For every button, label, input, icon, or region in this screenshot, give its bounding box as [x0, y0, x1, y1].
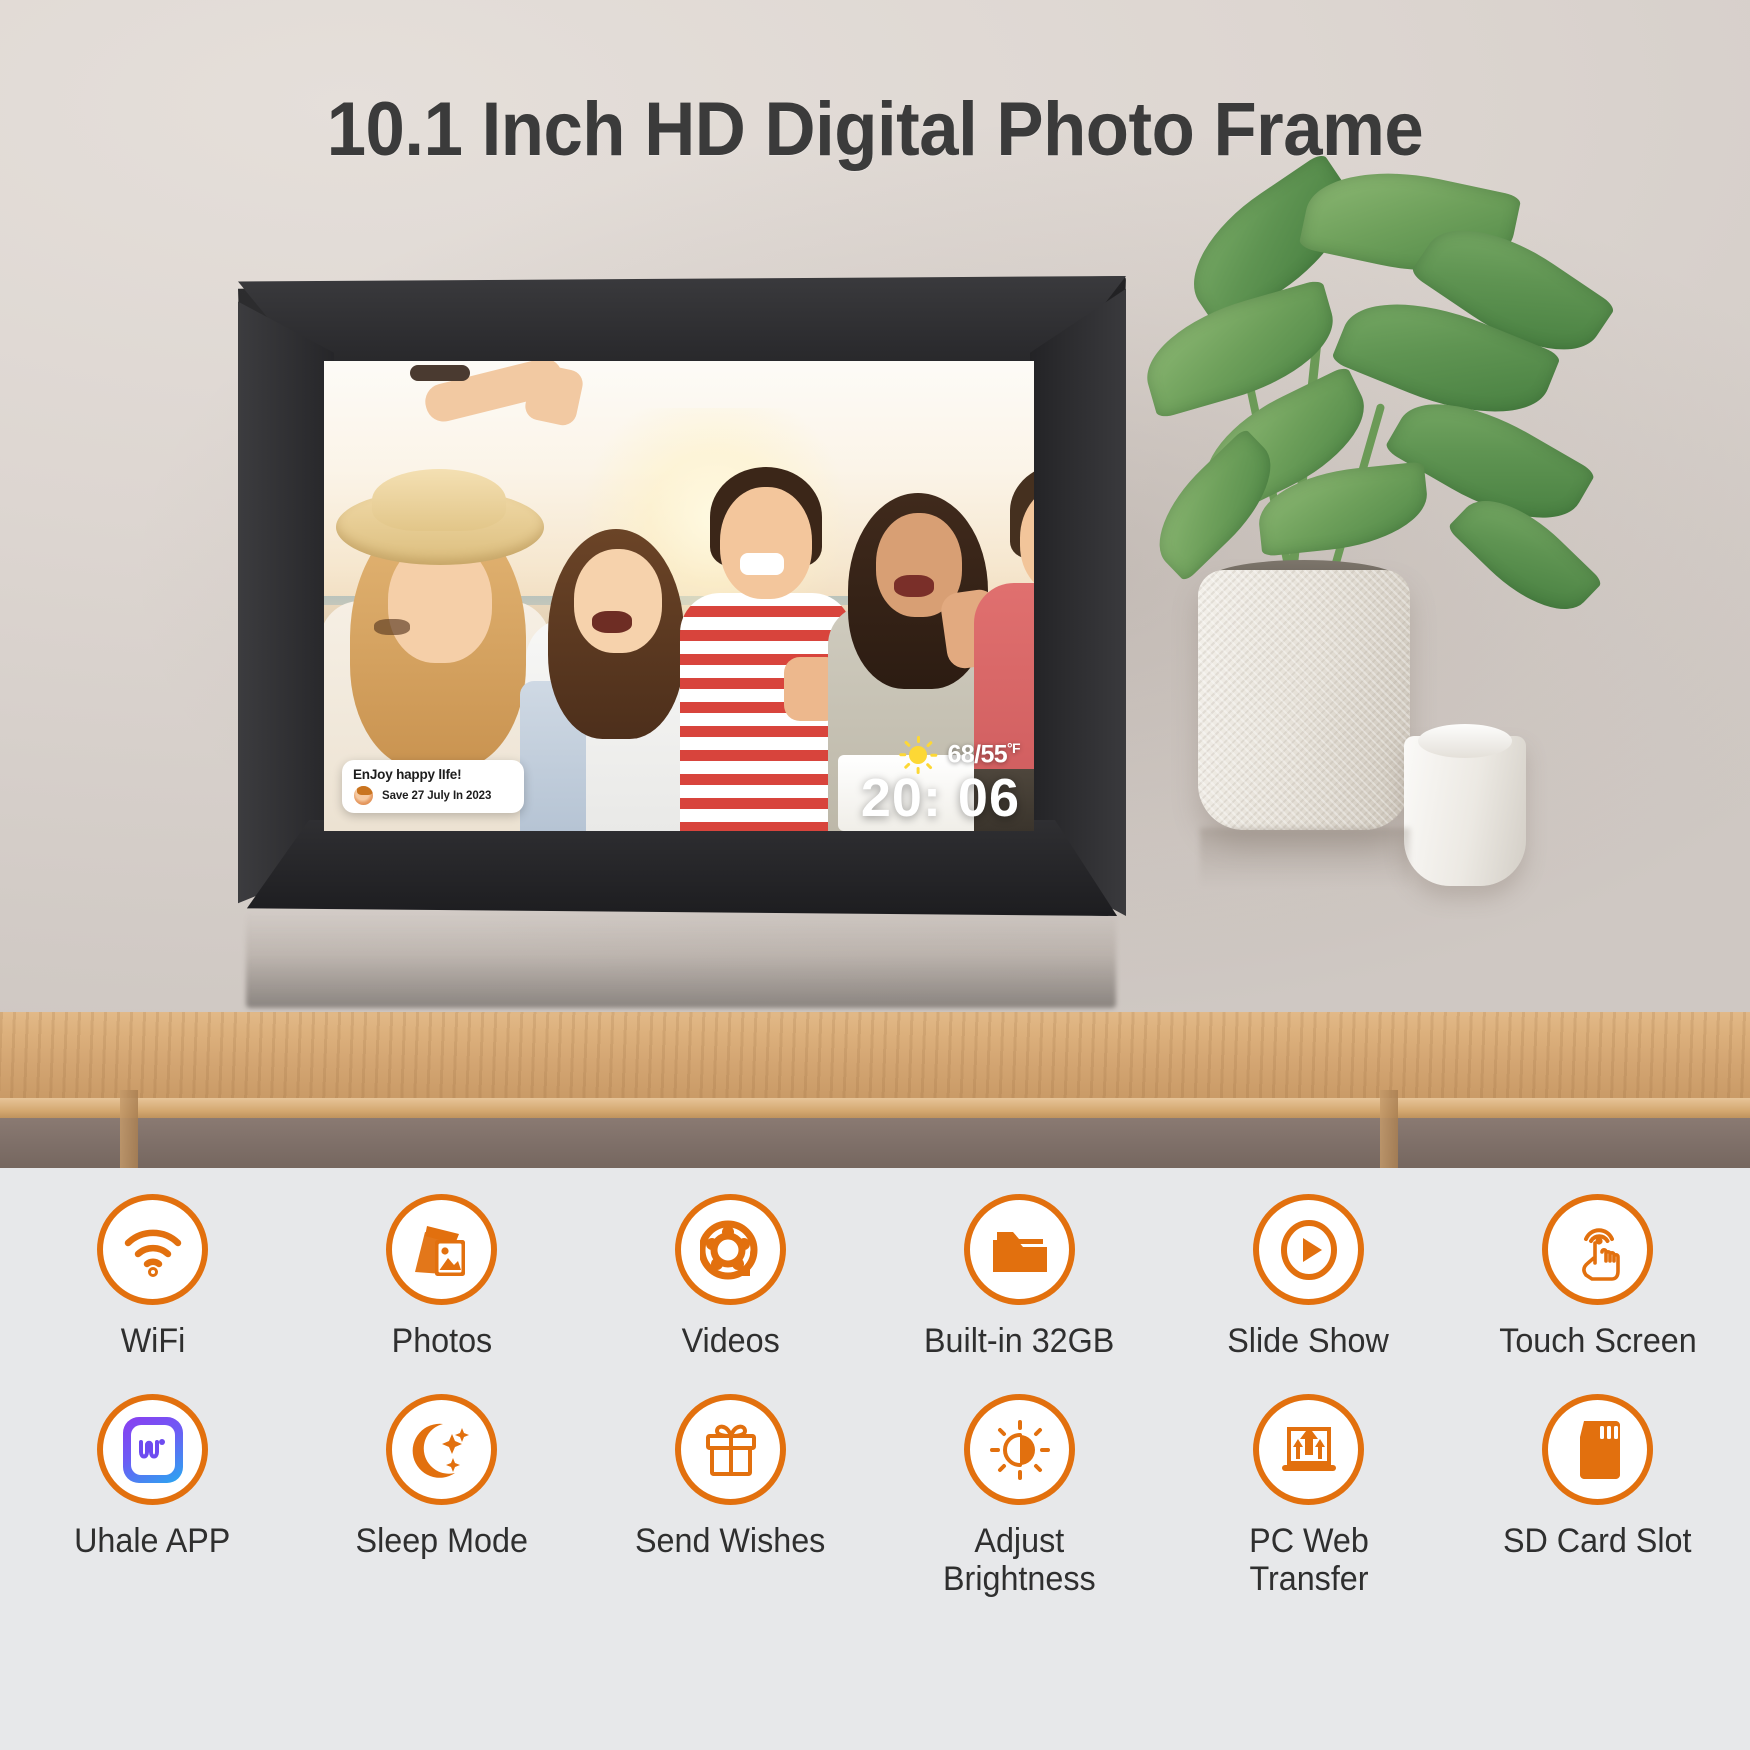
temperature-value: 68/55	[947, 740, 1008, 769]
feature-label: Touch Screen	[1498, 1322, 1697, 1360]
photos-icon	[386, 1194, 497, 1305]
photo-bracelet	[410, 365, 470, 381]
person-mouth	[894, 575, 934, 597]
photo-message-bubble: EnJoy happy lIfe! Save 27 July In 2023	[342, 760, 524, 813]
frame-bevel-top	[238, 276, 1126, 368]
feature-label: Photos	[391, 1322, 492, 1360]
feature-label: Built-in 32GB	[924, 1322, 1115, 1360]
play-circle-icon	[1253, 1194, 1364, 1305]
vase-reflection	[1200, 828, 1410, 888]
sun-core	[909, 746, 928, 764]
device-reflection	[246, 912, 1116, 1008]
gift-box-icon	[675, 1394, 786, 1506]
moon-sparkle-icon	[386, 1394, 497, 1506]
feature-row-2: Uhale APP Sleep Mode Send Wishes Adjust …	[8, 1394, 1742, 1598]
feature-label: Adjust Brightness	[943, 1522, 1096, 1599]
device-screen[interactable]: EnJoy happy lIfe! Save 27 July In 2023 6…	[324, 361, 1034, 831]
sd-card-icon	[1542, 1394, 1653, 1506]
feature-sd-card-slot[interactable]: SD Card Slot	[1453, 1394, 1742, 1598]
feature-label: Videos	[681, 1322, 780, 1360]
table-front-panel	[0, 1118, 1750, 1168]
digital-photo-frame-device: EnJoy happy lIfe! Save 27 July In 2023 6…	[238, 276, 1126, 916]
feature-row-1: WiFi Photos Videos Built-in 32GB Slide S…	[8, 1194, 1742, 1360]
table-leg	[1380, 1090, 1398, 1168]
pot-texture	[1198, 570, 1410, 830]
clock-display: 20: 06	[860, 768, 1020, 828]
feature-label: Slide Show	[1227, 1322, 1390, 1360]
person-mouth	[592, 611, 632, 633]
frame-bevel-bottom	[246, 820, 1118, 916]
folder-icon	[964, 1194, 1075, 1305]
film-reel-icon	[675, 1194, 786, 1305]
uhale-badge	[122, 1416, 183, 1483]
feature-pc-web-transfer[interactable]: PC Web Transfer	[1164, 1394, 1453, 1598]
feature-photos[interactable]: Photos	[297, 1194, 586, 1360]
message-subtitle: Save 27 July In 2023	[382, 789, 492, 802]
table-edge	[0, 1098, 1750, 1120]
person-head	[574, 549, 662, 653]
avatar	[353, 785, 374, 806]
brightness-icon	[964, 1394, 1075, 1506]
feature-storage[interactable]: Built-in 32GB	[875, 1194, 1164, 1360]
feature-slideshow[interactable]: Slide Show	[1164, 1194, 1453, 1360]
feature-uhale-app[interactable]: Uhale APP	[8, 1394, 297, 1598]
feature-label: Sleep Mode	[355, 1522, 528, 1561]
temperature-reading: 68/55°F	[947, 740, 1020, 769]
feature-wifi[interactable]: WiFi	[8, 1194, 297, 1360]
feature-sleep-mode[interactable]: Sleep Mode	[297, 1394, 586, 1598]
uhale-app-icon	[97, 1394, 208, 1506]
plant-pot	[1198, 570, 1410, 830]
table-leg	[120, 1090, 138, 1168]
person-hat-crown	[372, 469, 506, 531]
wifi-icon	[97, 1194, 208, 1305]
touch-hand-icon	[1542, 1194, 1653, 1305]
feature-videos[interactable]: Videos	[586, 1194, 875, 1360]
uhale-glyph	[130, 1424, 175, 1475]
message-title: EnJoy happy lIfe!	[353, 767, 462, 782]
displayed-photo: EnJoy happy lIfe! Save 27 July In 2023 6…	[324, 361, 1034, 831]
page-title: 10.1 Inch HD Digital Photo Frame	[326, 87, 1424, 172]
feature-grid: WiFi Photos Videos Built-in 32GB Slide S…	[0, 1168, 1750, 1750]
feature-label: PC Web Transfer	[1248, 1522, 1369, 1599]
person-mouth	[740, 553, 784, 575]
feature-adjust-brightness[interactable]: Adjust Brightness	[875, 1394, 1164, 1598]
small-vase	[1404, 724, 1526, 886]
message-meta-row: Save 27 July In 2023	[353, 785, 508, 806]
feature-label: Uhale APP	[74, 1522, 231, 1561]
table-surface	[0, 1012, 1750, 1100]
product-marketing-page: 10.1 Inch HD Digital Photo Frame EnJoy h…	[0, 0, 1750, 1750]
laptop-upload-icon	[1253, 1394, 1364, 1506]
feature-label: SD Card Slot	[1503, 1522, 1692, 1561]
hero-scene: 10.1 Inch HD Digital Photo Frame EnJoy h…	[0, 0, 1750, 1168]
feature-touchscreen[interactable]: Touch Screen	[1453, 1194, 1742, 1360]
person-mouth	[374, 619, 410, 635]
feature-label: Send Wishes	[635, 1522, 826, 1561]
feature-label: WiFi	[120, 1322, 185, 1360]
person-head	[720, 487, 812, 599]
feature-send-wishes[interactable]: Send Wishes	[586, 1394, 875, 1598]
temperature-unit: °F	[1007, 740, 1021, 757]
